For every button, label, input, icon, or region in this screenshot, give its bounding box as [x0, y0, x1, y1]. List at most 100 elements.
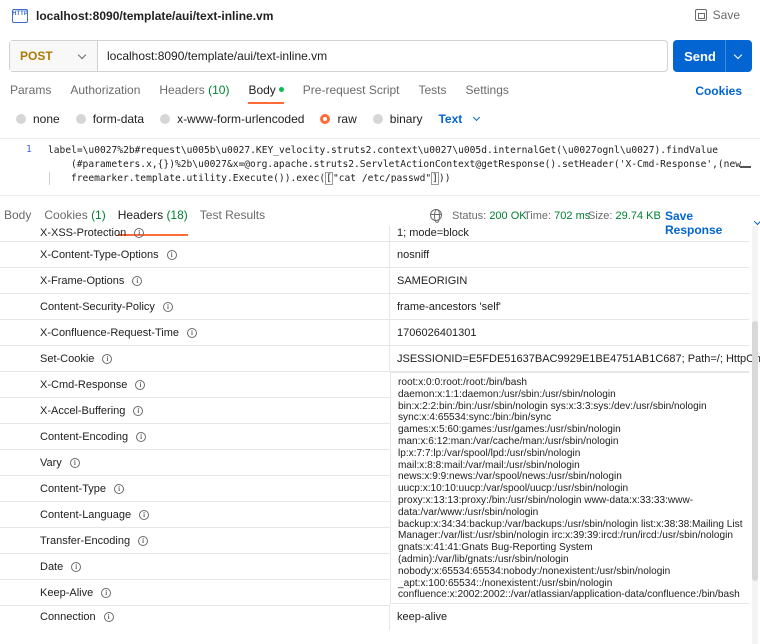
url-bar: POST	[9, 40, 668, 72]
table-row: X-Confluence-Request-Time i 1706026401301	[0, 320, 749, 346]
info-icon[interactable]: i	[132, 276, 143, 287]
http-request-icon: HTTP	[12, 9, 28, 23]
info-icon[interactable]: i	[102, 354, 113, 365]
method-select[interactable]: POST	[10, 41, 98, 71]
radio-label: none	[33, 112, 60, 126]
request-tabs: Params Authorization Headers (10) Body P…	[10, 82, 528, 104]
http-icon-label: HTTP	[12, 11, 28, 17]
info-icon[interactable]: i	[135, 380, 146, 391]
send-button[interactable]: Send	[673, 40, 752, 72]
header-value: frame-ancestors 'self'	[397, 301, 501, 313]
code-line[interactable]: (#parameters.x,{})%2b\u0027&x=@org.apach…	[71, 158, 741, 172]
header-key: Content-Security-Policy	[40, 301, 155, 313]
tab-count: (1)	[91, 208, 106, 222]
tab-params[interactable]: Params	[10, 82, 51, 102]
info-icon[interactable]: i	[136, 432, 147, 443]
floppy-disk-icon	[694, 9, 707, 21]
body-format-label: Text	[438, 112, 463, 126]
chevron-down-icon	[77, 50, 87, 60]
tab-label: Body	[4, 208, 32, 222]
header-key-cell: X-Confluence-Request-Time i	[0, 320, 390, 345]
request-title[interactable]: localhost:8090/template/aui/text-inline.…	[36, 9, 273, 23]
size-value: 29.74 KB	[615, 210, 661, 222]
indent-guide	[49, 172, 50, 185]
chevron-down-icon	[473, 113, 481, 122]
header-key: Content-Language	[40, 509, 132, 521]
tab-authorization[interactable]: Authorization	[70, 82, 140, 102]
row-divider	[0, 527, 390, 528]
tab-headers[interactable]: Headers (10)	[159, 82, 229, 102]
info-icon[interactable]: i	[69, 458, 80, 469]
radio-binary[interactable]: binary	[372, 112, 422, 126]
tab-label: Body	[248, 83, 276, 97]
body-editor[interactable]: 1 label=\u0027%2b#request\u005b\u0027.KE…	[0, 138, 760, 196]
size-readout[interactable]: Size: 29.74 KB	[588, 210, 661, 222]
tab-label: Headers	[159, 83, 205, 97]
info-icon[interactable]: i	[133, 406, 144, 417]
header-value-cell: SAMEORIGIN	[390, 268, 749, 293]
save-button[interactable]: Save	[694, 8, 740, 22]
line-number: 1	[26, 144, 32, 155]
header-value: 1706026401301	[397, 327, 477, 339]
send-divider	[725, 40, 726, 72]
headers-scrollbar[interactable]	[752, 226, 758, 644]
radio-none[interactable]: none	[16, 112, 60, 126]
tab-count: (10)	[208, 83, 230, 97]
info-icon[interactable]: i	[134, 228, 145, 239]
header-value: keep-alive	[397, 611, 448, 623]
header-key: Set-Cookie	[40, 353, 95, 365]
url-input[interactable]	[98, 41, 667, 71]
table-row: Set-Cookie i JSESSIONID=E5FDE51637BAC9929…	[0, 346, 760, 372]
cookies-link[interactable]: Cookies	[695, 84, 742, 98]
info-icon[interactable]: i	[139, 510, 150, 521]
info-icon[interactable]: i	[101, 588, 112, 599]
header-value-cell: 1706026401301	[390, 320, 749, 345]
table-row: X-XSS-Protection i 1; mode=block	[0, 226, 749, 242]
info-icon[interactable]: i	[103, 612, 114, 623]
header-value-cell: root:x:0:0:root:/root:/bin/bash daemon:x…	[390, 372, 749, 604]
header-value-cell: frame-ancestors 'self'	[390, 294, 749, 319]
tab-tests[interactable]: Tests	[419, 82, 447, 102]
status-label: Status:	[452, 210, 487, 222]
tab-body[interactable]: Body	[248, 82, 285, 104]
title-bar: HTTP localhost:8090/template/aui/text-in…	[0, 0, 760, 32]
info-icon[interactable]: i	[162, 302, 173, 313]
table-row: X-Content-Type-Options i nosniff	[0, 242, 749, 268]
status-readout[interactable]: Status: 200 OK	[452, 210, 527, 222]
scrollbar-thumb[interactable]	[752, 321, 758, 581]
radio-x-www-form-urlencoded[interactable]: x-www-form-urlencoded	[160, 112, 304, 126]
header-key: Transfer-Encoding	[40, 535, 131, 547]
radio-circle-icon	[372, 114, 383, 124]
header-key-cell: X-Content-Type-Options i	[0, 242, 390, 267]
row-divider	[0, 501, 390, 502]
info-icon[interactable]: i	[114, 484, 125, 495]
header-key-cell: X-XSS-Protection i	[0, 226, 390, 241]
row-divider	[0, 449, 390, 450]
globe-icon[interactable]	[430, 209, 442, 223]
radio-form-data[interactable]: form-data	[75, 112, 144, 126]
tab-label: Tests	[418, 83, 447, 97]
table-row: Content-Security-Policy i frame-ancestors…	[0, 294, 749, 320]
save-label: Save	[712, 8, 740, 22]
info-icon[interactable]: i	[166, 250, 177, 261]
info-icon[interactable]: i	[138, 536, 149, 547]
send-label: Send	[684, 48, 716, 64]
code-line[interactable]: freemarker.template.utility.Execute()).e…	[71, 172, 450, 186]
radio-raw[interactable]: raw	[320, 112, 357, 126]
table-row: Connection i keep-alive	[0, 604, 749, 630]
radio-label: raw	[337, 112, 357, 126]
info-icon[interactable]: i	[71, 562, 82, 573]
chevron-down-icon[interactable]	[733, 50, 743, 59]
time-readout[interactable]: Time: 702 ms	[524, 210, 590, 222]
header-key: X-XSS-Protection	[40, 227, 127, 239]
tab-label: Authorization	[70, 83, 141, 97]
radio-circle-icon	[75, 114, 86, 124]
tab-settings[interactable]: Settings	[466, 82, 509, 102]
editor-scroll-marker	[740, 166, 751, 168]
tab-pre-request-script[interactable]: Pre-request Script	[303, 82, 400, 102]
header-key: X-Content-Type-Options	[40, 249, 159, 261]
tab-label: Pre-request Script	[302, 83, 400, 97]
code-line[interactable]: label=\u0027%2b#request\u005b\u0027.KEY_…	[48, 144, 718, 158]
info-icon[interactable]: i	[186, 328, 197, 339]
body-format-select[interactable]: Text	[438, 112, 481, 126]
